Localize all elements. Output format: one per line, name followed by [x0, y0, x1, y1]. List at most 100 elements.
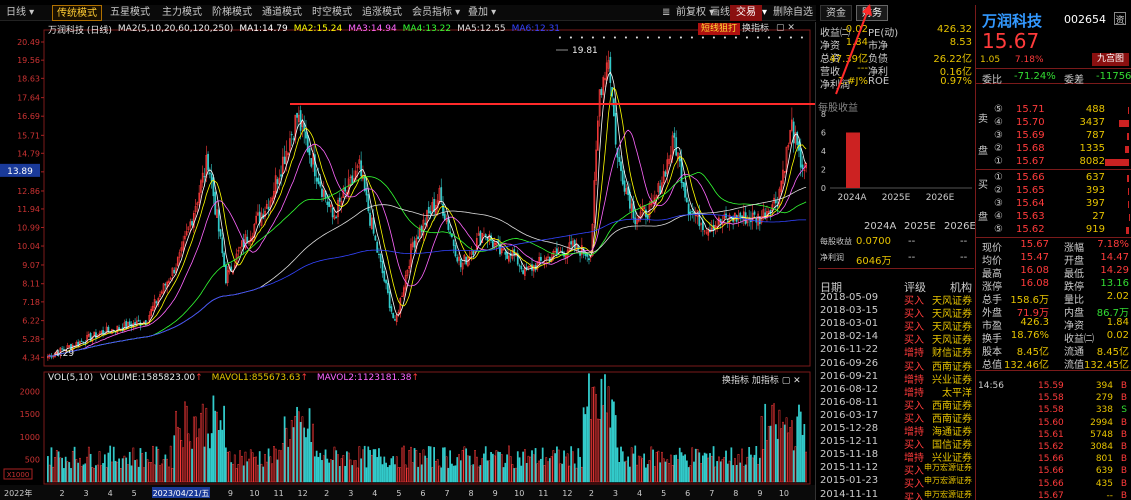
orderbook-row[interactable]: ③ 15.64 397 — [976, 198, 1131, 211]
volume-bar — [178, 428, 181, 483]
vol-legend: VOL(5,10) VOLUME:1585823.00↑ MAVOL1:8556… — [48, 373, 420, 383]
mode-spacetime[interactable]: 时空模式 — [312, 5, 352, 21]
volume-bar — [486, 460, 489, 483]
volume-bar — [477, 466, 480, 483]
rating-row[interactable]: 2015-11-18 增持 兴业证券 — [818, 449, 974, 464]
volume-bar — [541, 447, 544, 483]
volume-bar — [746, 456, 749, 483]
volume-bar — [143, 467, 145, 483]
rating-row[interactable]: 2016-08-12 增持 太平洋 — [818, 384, 974, 399]
rating-row[interactable]: 2015-12-28 增持 海通证券 — [818, 423, 974, 438]
trade-button[interactable]: 交易 — [730, 5, 762, 21]
volume-bar — [684, 454, 686, 483]
volume-bar — [207, 433, 209, 483]
eps-y-tick: 4 — [821, 147, 826, 156]
volume-bar — [623, 461, 626, 483]
ratings-header: 日期 评级 机构 — [818, 268, 974, 294]
chart-window-icons[interactable]: ▢ ✕ — [776, 23, 795, 33]
volume-bar — [580, 466, 583, 483]
orderbook-row[interactable]: ⑤ 15.71 488 — [976, 104, 1131, 117]
mode-chase[interactable]: 追涨模式 — [362, 5, 402, 21]
rating-row[interactable]: 2016-03-17 买入 西南证券 — [818, 410, 974, 425]
tick-row: 15.60 2994 B — [976, 418, 1131, 431]
mode-ladder[interactable]: 阶梯模式 — [212, 5, 252, 21]
orderbook-row[interactable]: ③ 15.69 787 — [976, 130, 1131, 143]
volume-bar — [449, 450, 452, 483]
rating-row[interactable]: 2016-09-26 买入 西南证券 — [818, 358, 974, 373]
volume-bar — [353, 460, 355, 483]
kline-chart[interactable]: 20.4919.5618.6317.6416.6915.7114.7913.84… — [0, 22, 816, 500]
date-cursor-label: 2023/04/21/五 — [153, 489, 210, 498]
tick-side: B — [1120, 442, 1127, 452]
rating-row[interactable]: 2018-02-14 买入 天风证券 — [818, 331, 974, 346]
orderbook-row[interactable]: ⑤ 15.62 919 — [976, 224, 1131, 237]
vol-window-icons[interactable]: ▢ ✕ — [782, 376, 801, 386]
level-index: ⑤ — [994, 224, 1003, 235]
mode-channel[interactable]: 通道模式 — [262, 5, 302, 21]
volume-bar — [550, 456, 553, 483]
rating-row[interactable]: 2018-03-01 买入 天风证券 — [818, 318, 974, 333]
level-price: 15.66 — [1016, 172, 1045, 183]
trade-dropdown-icon[interactable]: ▾ — [762, 5, 767, 21]
y-tick-label: 18.63 — [17, 74, 40, 83]
rating-row[interactable]: 2014-11-11 买入 申万宏源证券 — [818, 489, 974, 500]
rating-row[interactable]: 2016-08-11 买入 西南证券 — [818, 397, 974, 412]
nine-grid-button[interactable]: 九宫图 — [1092, 53, 1129, 66]
candle-body — [173, 269, 176, 274]
orderbook-row[interactable]: ④ 15.63 27 — [976, 211, 1131, 224]
volume-bar — [538, 460, 541, 483]
rating-row[interactable]: 2018-05-09 买入 天风证券 — [818, 292, 974, 307]
volume-bar — [315, 450, 318, 483]
volume-bar — [532, 454, 535, 483]
vol-add-indicator[interactable]: 加指标 — [752, 376, 779, 386]
stat-label: 总值 — [982, 360, 1002, 371]
rating-row[interactable]: 2016-11-22 增持 财信证券 — [818, 344, 974, 359]
period-select[interactable]: 日线 ▾ — [6, 5, 34, 21]
orderbook-row[interactable]: ② 15.68 1335 — [976, 143, 1131, 156]
volume-bar — [719, 461, 722, 483]
rating-date: 2018-03-15 — [820, 305, 879, 317]
y-tick-label: 9.07 — [22, 261, 40, 270]
mode-main-force[interactable]: 主力模式 — [162, 5, 202, 21]
orderbook-row[interactable]: ② 15.65 393 — [976, 185, 1131, 198]
vol-buttons[interactable]: 换指标 加指标 ▢ ✕ — [722, 373, 801, 386]
volume-bar — [148, 462, 151, 483]
fq-select[interactable]: 前复权 ▾ — [676, 5, 714, 21]
orderbook-row[interactable]: ① 15.66 637 — [976, 172, 1131, 185]
tick-price: 15.59 — [1038, 381, 1064, 391]
x-tick-label: 5 — [396, 489, 401, 498]
mode-five-star[interactable]: 五星模式 — [110, 5, 150, 21]
forecast-value: -- — [908, 236, 916, 247]
mavol1-value: MAVOL1:855673.63 — [211, 373, 301, 383]
member-indicator[interactable]: 会员指标 ▾ — [412, 5, 460, 21]
volume-bar — [766, 440, 768, 483]
draw-line-button[interactable]: 画线 — [710, 5, 730, 21]
y-tick-label: 15.71 — [17, 131, 40, 140]
short-line-button[interactable]: 短线狙打 — [698, 23, 741, 35]
candle-body — [326, 201, 329, 205]
remove-favorite-button[interactable]: 删除自选 — [773, 5, 813, 21]
switch-indicator-button[interactable]: 换指标 — [742, 23, 769, 35]
mode-traditional[interactable]: 传统模式 — [52, 5, 102, 21]
overlay-button[interactable]: 叠加 ▾ — [468, 5, 496, 21]
rating-row[interactable]: 2015-12-11 买入 国信证券 — [818, 436, 974, 451]
orderbook-row[interactable]: ① 15.67 8082 — [976, 156, 1131, 169]
rating-date: 2015-12-28 — [820, 423, 879, 434]
x-tick-label: 10 — [779, 489, 789, 498]
rating-row[interactable]: 2015-11-12 买入 申万宏源证券 — [818, 462, 974, 477]
volume-bar — [187, 433, 190, 483]
volume-bar — [212, 395, 215, 483]
vol-switch-indicator[interactable]: 换指标 — [722, 376, 749, 386]
volume-bar — [285, 427, 288, 483]
rating-row[interactable]: 2015-01-23 买入 申万宏源证券 — [818, 475, 974, 490]
volume-bar — [593, 386, 596, 483]
rating-row[interactable]: 2016-09-21 增持 兴业证券 — [818, 371, 974, 386]
orderbook-row[interactable]: ④ 15.70 3437 — [976, 117, 1131, 130]
menu-icon[interactable]: ≣ — [662, 5, 670, 21]
info-icon[interactable]: 资 — [1114, 12, 1126, 26]
volume-bar — [185, 405, 188, 483]
rating-row[interactable]: 2018-03-15 买入 天风证券 — [818, 305, 974, 320]
volume-bar — [728, 460, 731, 483]
volume-bar — [301, 416, 304, 483]
volume-bar — [251, 452, 254, 483]
